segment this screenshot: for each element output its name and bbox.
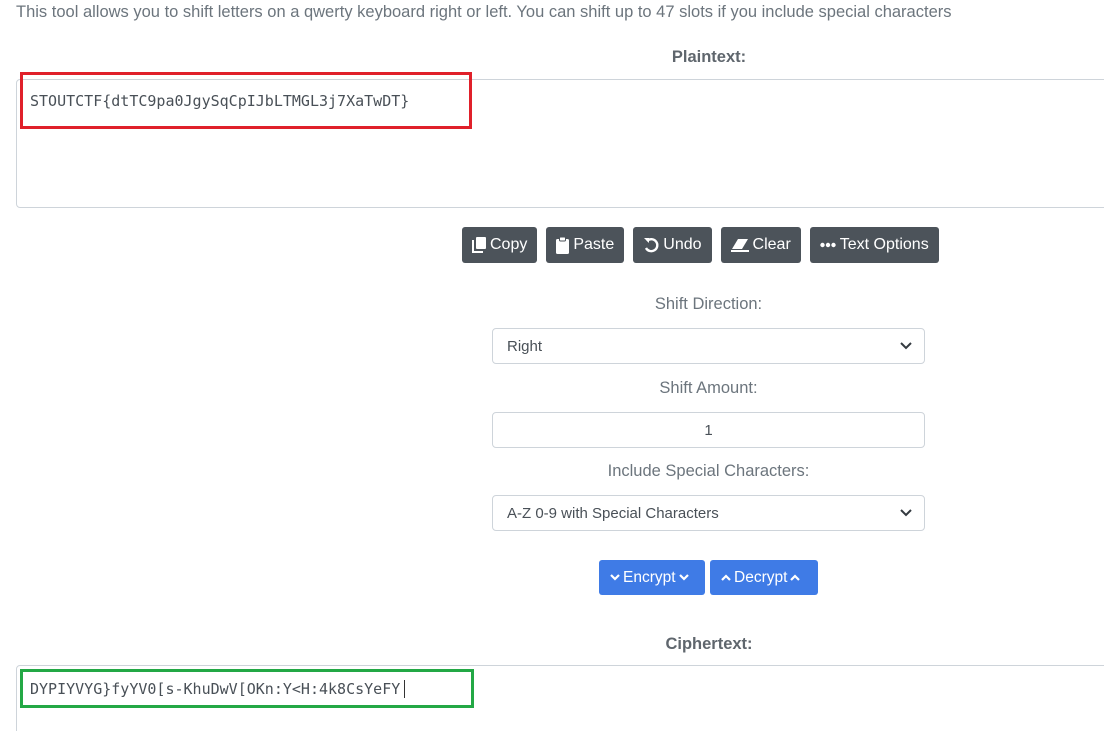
- text-options-button[interactable]: Text Options: [809, 227, 939, 263]
- eraser-icon: [730, 238, 749, 252]
- chevron-down-icon: [678, 574, 689, 581]
- undo-label: Undo: [663, 236, 702, 253]
- plaintext-value: STOUTCTF{dtTC9pa0JgySqCpIJbLTMGL3j7XaTwD…: [30, 91, 410, 110]
- chevron-down-icon: [900, 342, 912, 350]
- shift-amount-value: 1: [704, 421, 713, 439]
- undo-icon: [643, 237, 659, 253]
- shift-direction-value: Right: [507, 337, 543, 355]
- intro-text: This tool allows you to shift letters on…: [16, 3, 952, 21]
- clear-button[interactable]: Clear: [720, 227, 801, 263]
- special-chars-label: Include Special Characters:: [607, 462, 810, 480]
- ciphertext-highlight: DYPIYVYG}fyYV0[s-KhuDwV[OKn:Y<H:4k8CsYeF…: [20, 669, 474, 708]
- paste-icon: [556, 236, 570, 254]
- special-chars-value: A-Z 0-9 with Special Characters: [507, 504, 719, 522]
- text-caret: [404, 679, 406, 698]
- copy-icon: [472, 237, 486, 253]
- page: This tool allows you to shift letters on…: [0, 0, 1104, 731]
- clear-label: Clear: [752, 236, 791, 253]
- paste-label: Paste: [573, 236, 615, 253]
- special-chars-select[interactable]: A-Z 0-9 with Special Characters: [492, 495, 925, 531]
- decrypt-button[interactable]: Decrypt: [710, 560, 818, 595]
- ciphertext-value: DYPIYVYG}fyYV0[s-KhuDwV[OKn:Y<H:4k8CsYeF…: [30, 679, 401, 698]
- chevron-up-icon: [721, 574, 731, 581]
- encrypt-button[interactable]: Encrypt: [599, 560, 705, 595]
- decrypt-label: Decrypt: [734, 568, 788, 586]
- copy-button[interactable]: Copy: [462, 227, 538, 263]
- ciphertext-label: Ciphertext:: [665, 635, 753, 653]
- shift-direction-select[interactable]: Right: [492, 328, 925, 364]
- plaintext-highlight: STOUTCTF{dtTC9pa0JgySqCpIJbLTMGL3j7XaTwD…: [20, 72, 472, 129]
- ellipsis-icon: [820, 242, 836, 248]
- copy-label: Copy: [490, 236, 528, 253]
- chevron-down-icon: [610, 574, 620, 581]
- text-options-label: Text Options: [839, 236, 929, 253]
- chevron-down-icon: [900, 509, 912, 517]
- toolbar: Copy Paste Undo Clear Text Options: [462, 227, 939, 263]
- undo-button[interactable]: Undo: [633, 227, 712, 263]
- shift-direction-label: Shift Direction:: [654, 295, 763, 313]
- crypt-actions: Encrypt Decrypt: [599, 560, 818, 595]
- paste-button[interactable]: Paste: [546, 227, 625, 263]
- plaintext-label: Plaintext:: [671, 48, 747, 66]
- chevron-up-icon: [790, 574, 801, 581]
- shift-amount-label: Shift Amount:: [659, 379, 758, 397]
- shift-amount-input[interactable]: 1: [492, 412, 925, 448]
- encrypt-label: Encrypt: [623, 568, 676, 586]
